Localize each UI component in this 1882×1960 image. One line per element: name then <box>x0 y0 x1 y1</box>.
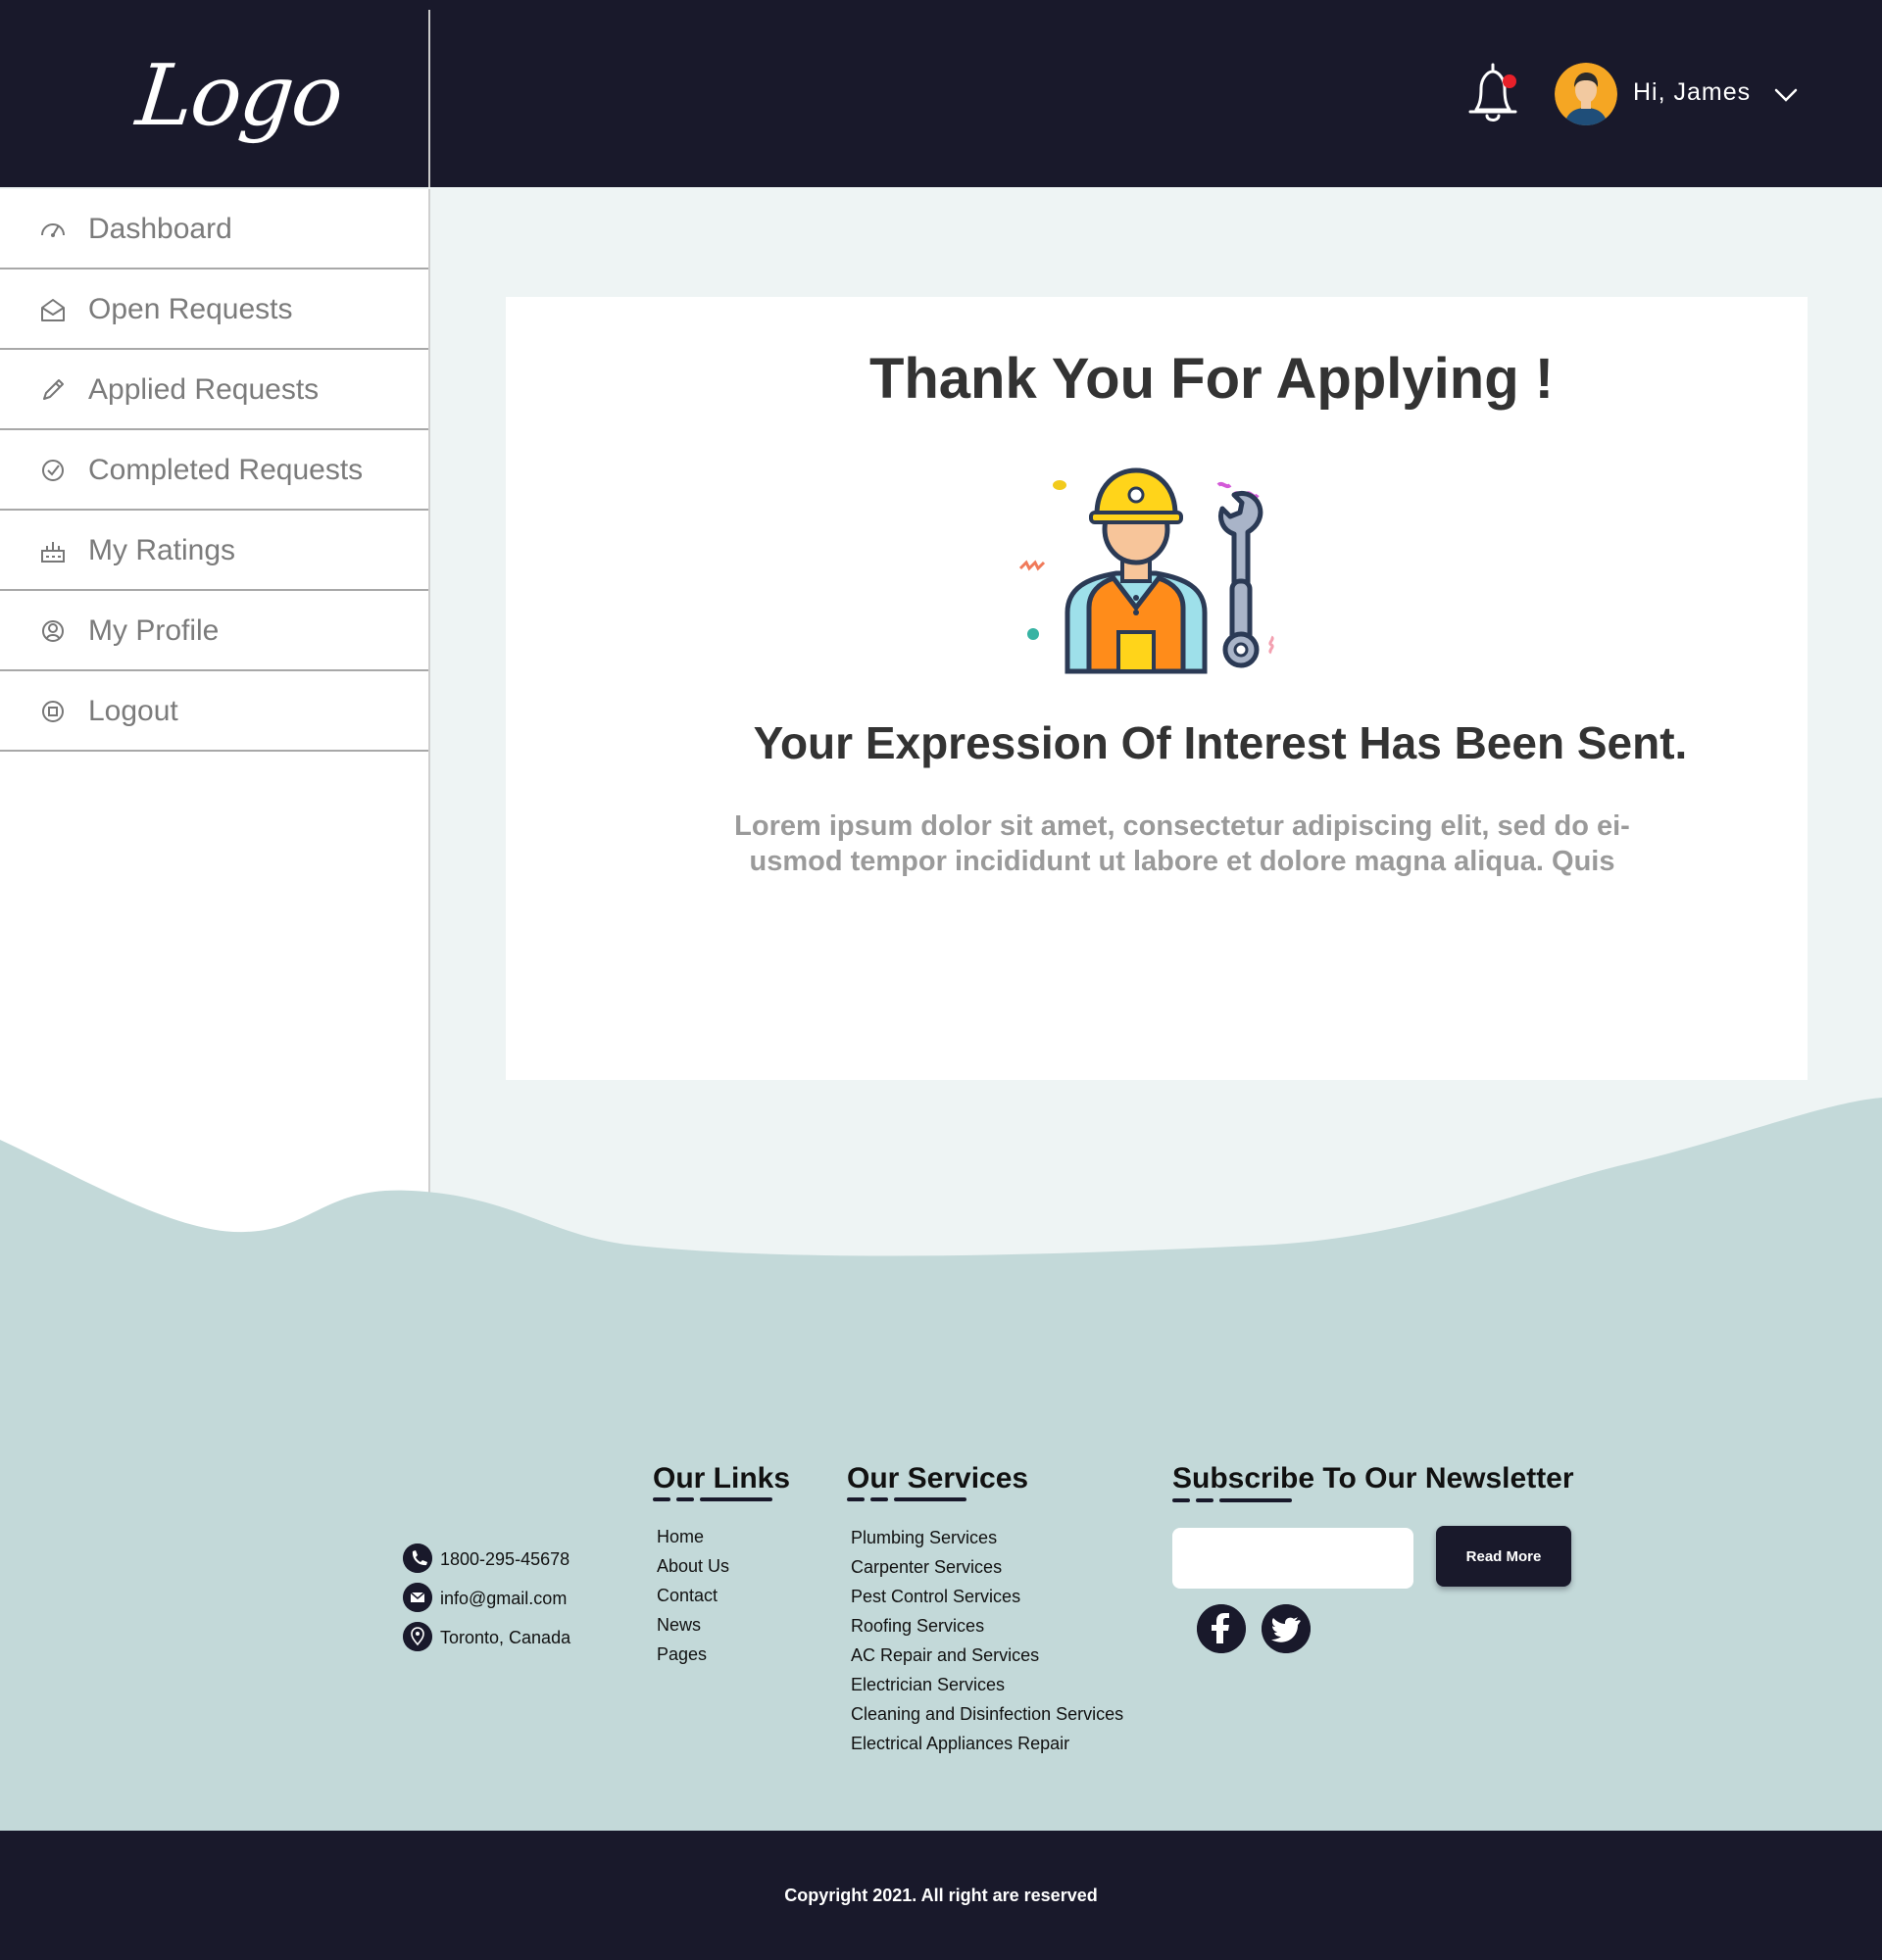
mail-icon <box>403 1583 432 1612</box>
service-link[interactable]: Plumbing Services <box>851 1528 1123 1557</box>
sidebar-item-completed-requests[interactable]: Completed Requests <box>0 430 428 511</box>
links-heading: Our Links <box>653 1462 791 1494</box>
logo-area: Logo <box>0 10 430 187</box>
service-link[interactable]: Electrical Appliances Repair <box>851 1734 1123 1763</box>
heading-underline <box>676 1497 694 1501</box>
body-line: Lorem ipsum dolor sit amet, consectetur … <box>734 810 1630 842</box>
contact-email-text[interactable]: info@gmail.com <box>440 1589 567 1609</box>
logo[interactable]: Logo <box>132 47 346 145</box>
heading-underline <box>870 1497 888 1501</box>
chevron-down-icon[interactable] <box>1774 88 1798 102</box>
sidebar-item-dashboard[interactable]: Dashboard <box>0 189 428 270</box>
twitter-icon[interactable] <box>1262 1604 1311 1653</box>
user-greeting[interactable]: Hi, James <box>1633 78 1751 107</box>
heading-underline <box>847 1497 865 1501</box>
pencil-icon <box>43 379 64 400</box>
services-heading: Our Services <box>847 1462 1029 1494</box>
footer-services: Plumbing Services Carpenter Services Pes… <box>851 1528 1123 1763</box>
heading-underline <box>700 1497 772 1501</box>
sidebar-item-label: Dashboard <box>88 213 232 245</box>
body-line: usmod tempor incididunt ut labore et dol… <box>749 846 1615 877</box>
read-more-button[interactable]: Read More <box>1436 1526 1571 1587</box>
bell-icon[interactable] <box>1464 61 1521 127</box>
heading-underline <box>894 1497 966 1501</box>
page-title: Thank You For Applying ! <box>868 347 1555 411</box>
footer-links: Home About Us Contact News Pages <box>657 1527 729 1674</box>
service-link[interactable]: Electrician Services <box>851 1675 1123 1704</box>
sidebar-item-label: Logout <box>88 695 178 727</box>
top-header: Logo Hi, James <box>0 0 1882 187</box>
phone-icon <box>403 1544 432 1573</box>
confirmation-subtitle: Your Expression Of Interest Has Been Sen… <box>753 717 1688 768</box>
footer-link-pages[interactable]: Pages <box>657 1644 729 1674</box>
ratings-icon <box>41 542 65 563</box>
service-link[interactable]: AC Repair and Services <box>851 1645 1123 1675</box>
heading-underline <box>653 1497 670 1501</box>
avatar[interactable] <box>1555 63 1617 125</box>
envelope-open-icon <box>41 299 65 321</box>
sidebar-item-label: Open Requests <box>88 293 293 325</box>
sidebar-item-my-ratings[interactable]: My Ratings <box>0 511 428 591</box>
service-link[interactable]: Cleaning and Disinfection Services <box>851 1704 1123 1734</box>
newsletter-heading: Subscribe To Our Newsletter <box>1172 1462 1574 1494</box>
user-circle-icon <box>42 620 64 642</box>
worker-with-wrench-icon <box>1018 467 1274 674</box>
speedometer-icon <box>41 223 65 237</box>
confirmation-card: Thank You For Applying ! Your Expression… <box>506 297 1808 1080</box>
check-circle-icon <box>42 460 64 481</box>
service-link[interactable]: Pest Control Services <box>851 1587 1123 1616</box>
notification-dot <box>1503 74 1516 88</box>
newsletter-email-input[interactable] <box>1172 1528 1413 1589</box>
contact-phone-text[interactable]: 1800-295-45678 <box>440 1549 570 1570</box>
footer-link-home[interactable]: Home <box>657 1527 729 1556</box>
contact-location-text: Toronto, Canada <box>440 1628 571 1647</box>
heading-underline <box>1196 1498 1213 1502</box>
footer-link-news[interactable]: News <box>657 1615 729 1644</box>
confirmation-body: Lorem ipsum dolor sit amet, consectetur … <box>692 808 1672 879</box>
sidebar-item-logout[interactable]: Logout <box>0 671 428 752</box>
bottom-bar: Copyright 2021. All right are reserved <box>0 1831 1882 1960</box>
logout-icon <box>42 701 64 722</box>
sidebar-item-label: My Profile <box>88 614 220 647</box>
sidebar-item-open-requests[interactable]: Open Requests <box>0 270 428 350</box>
location-pin-icon <box>403 1622 432 1651</box>
footer-link-about-us[interactable]: About Us <box>657 1556 729 1586</box>
footer-link-contact[interactable]: Contact <box>657 1586 729 1615</box>
sidebar-item-applied-requests[interactable]: Applied Requests <box>0 350 428 430</box>
sidebar-item-label: My Ratings <box>88 534 236 566</box>
service-link[interactable]: Roofing Services <box>851 1616 1123 1645</box>
facebook-icon[interactable] <box>1197 1604 1246 1653</box>
copyright-text: Copyright 2021. All right are reserved <box>784 1886 1098 1905</box>
heading-underline <box>1172 1498 1190 1502</box>
heading-underline <box>1219 1498 1292 1502</box>
service-link[interactable]: Carpenter Services <box>851 1557 1123 1587</box>
sidebar-item-label: Completed Requests <box>88 454 364 486</box>
sidebar-item-label: Applied Requests <box>88 373 320 406</box>
sidebar-item-my-profile[interactable]: My Profile <box>0 591 428 671</box>
